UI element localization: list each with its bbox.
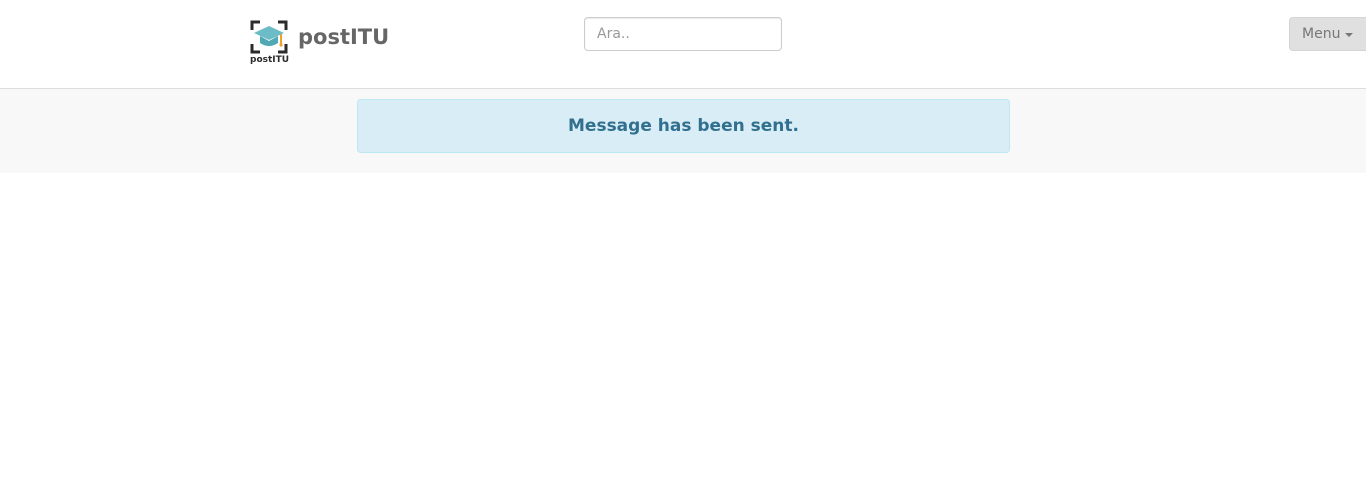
alert-band: Message has been sent. [0,89,1366,173]
menu-button-label: Menu [1302,26,1341,42]
menu-button[interactable]: Menu [1289,17,1366,51]
brand-name[interactable]: postITU [298,25,389,49]
caret-down-icon [1345,33,1354,37]
logo-caption: postITU [250,55,290,65]
brand-link[interactable]: postITU postITU [249,18,389,68]
navbar: postITU postITU Menu [0,0,1366,89]
logo: postITU [249,18,289,68]
alert-info: Message has been sent. [357,99,1010,153]
search-input[interactable] [584,17,782,51]
graduation-cap-icon [250,20,288,54]
alert-message: Message has been sent. [568,116,799,136]
